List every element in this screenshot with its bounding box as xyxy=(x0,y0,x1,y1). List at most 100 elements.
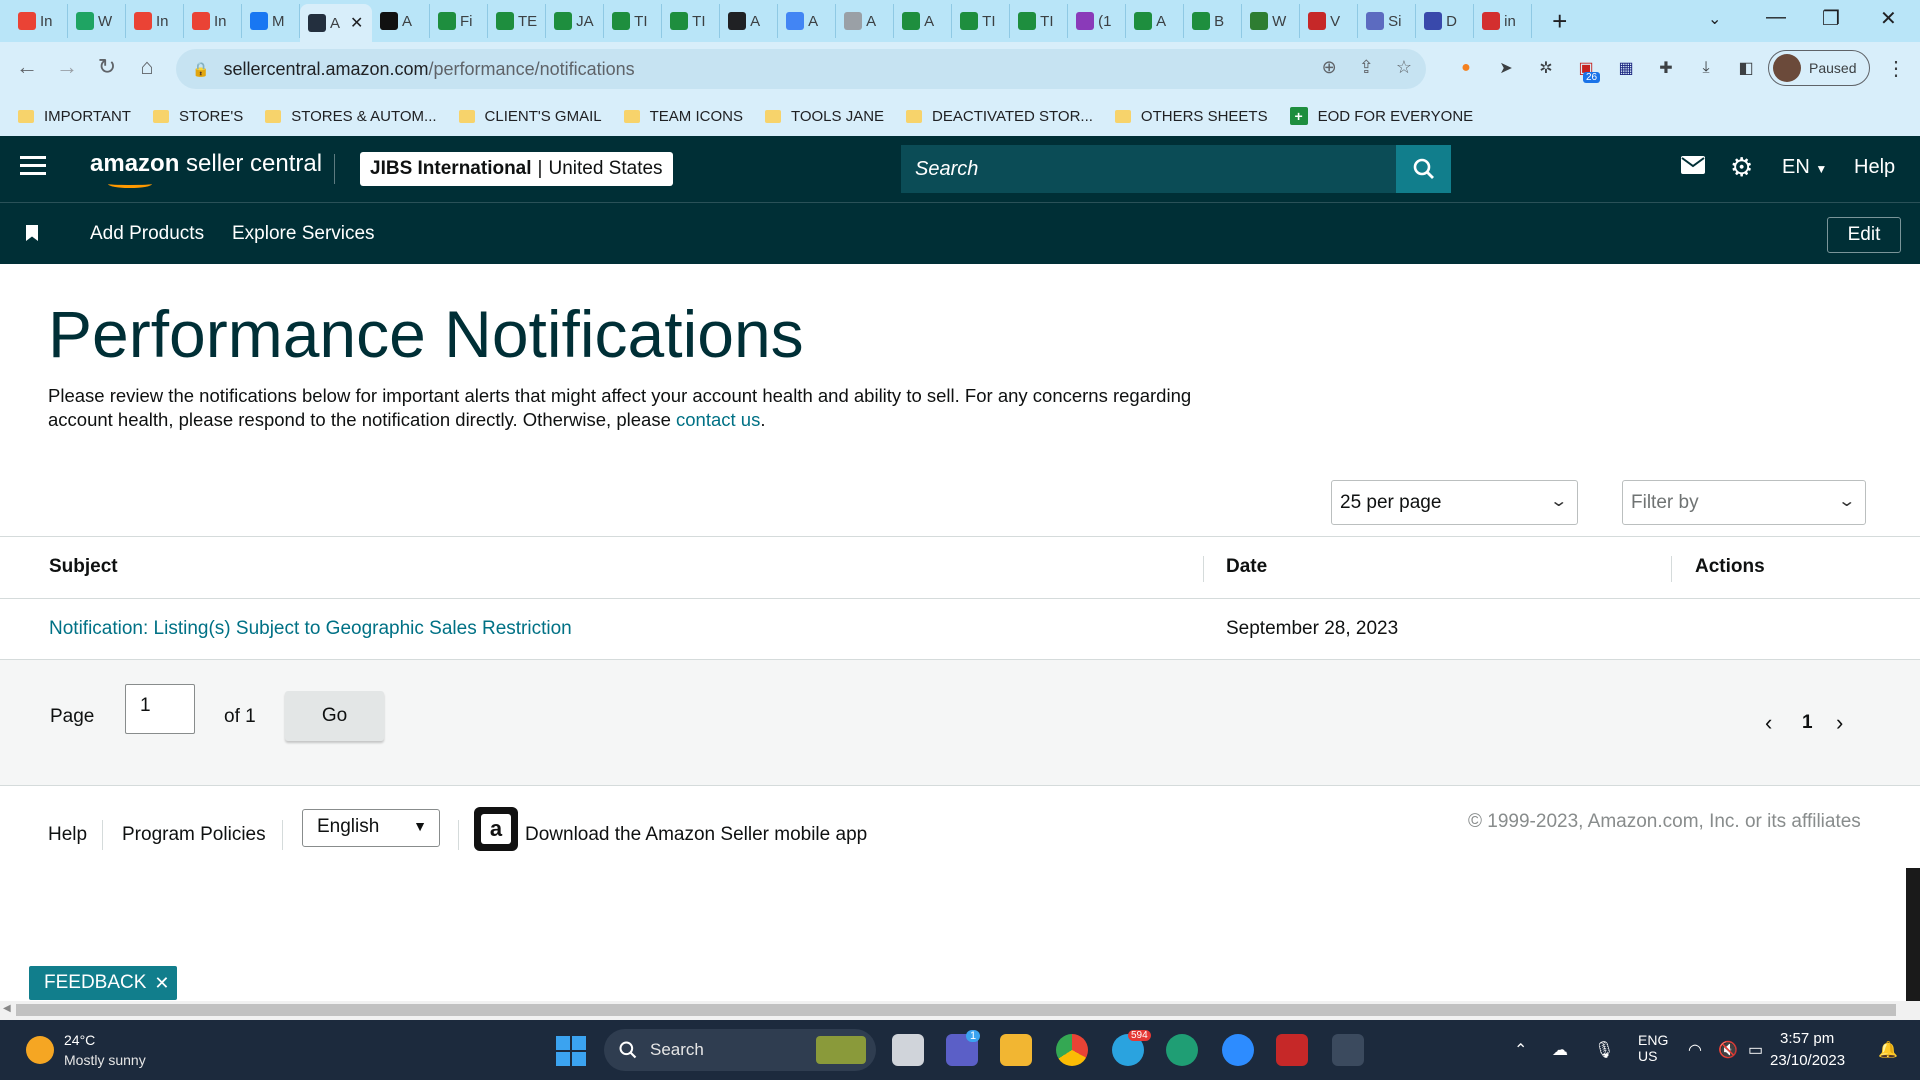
browser-tab[interactable]: W xyxy=(68,4,126,38)
hamburger-menu-icon[interactable] xyxy=(20,156,46,180)
filter-select[interactable]: Filter by ⌄ xyxy=(1622,480,1866,525)
browser-tab[interactable]: W xyxy=(1242,4,1301,38)
close-window-icon[interactable]: ✕ xyxy=(1880,6,1897,31)
browser-tab[interactable]: M xyxy=(242,4,300,38)
browser-tab[interactable]: A xyxy=(1126,4,1185,38)
scrollbar-thumb[interactable] xyxy=(16,1004,1896,1016)
close-icon[interactable]: ✕ xyxy=(154,973,169,994)
bookmark-item[interactable]: + EOD FOR EVERYONE xyxy=(1289,107,1473,125)
nav-explore-services[interactable]: Explore Services xyxy=(232,223,375,245)
column-date[interactable]: Date xyxy=(1226,556,1267,578)
download-icon[interactable]: ⤓ xyxy=(1694,56,1718,80)
side-panel-icon[interactable]: ◧ xyxy=(1734,56,1758,80)
star-icon[interactable]: ☆ xyxy=(1396,57,1412,78)
settings-gear-icon[interactable]: ⚙ xyxy=(1730,152,1753,183)
file-explorer-icon[interactable] xyxy=(1000,1034,1032,1066)
browser-tab[interactable]: In xyxy=(126,4,184,38)
share-icon[interactable]: ⇪ xyxy=(1359,57,1374,78)
lock-icon[interactable]: 🔒 xyxy=(192,61,209,78)
browser-tab[interactable]: In xyxy=(184,4,242,38)
address-bar[interactable]: 🔒 sellercentral.amazon.com/performance/n… xyxy=(176,49,1426,89)
browser-tab[interactable]: A xyxy=(778,4,837,38)
volume-muted-icon[interactable]: 🔇 xyxy=(1718,1040,1738,1060)
prev-page-icon[interactable]: ‹ xyxy=(1765,710,1772,736)
seller-central-logo[interactable]: amazon seller central xyxy=(90,150,322,188)
extension-arrow-icon[interactable]: ➤ xyxy=(1494,56,1518,80)
next-page-icon[interactable]: › xyxy=(1836,710,1843,736)
microphone-icon[interactable]: 🎙 xyxy=(1594,1040,1614,1060)
weather-sun-icon[interactable] xyxy=(26,1036,54,1064)
onedrive-cloud-icon[interactable]: ☁ xyxy=(1552,1040,1568,1060)
clock-date[interactable]: 23/10/2023 xyxy=(1770,1052,1845,1069)
bookmark-item[interactable]: TOOLS JANE xyxy=(764,108,884,125)
windows-start-icon[interactable] xyxy=(556,1036,586,1066)
browser-tab[interactable]: TI xyxy=(1010,4,1069,38)
browser-tab[interactable]: A ✕ xyxy=(300,4,372,42)
per-page-select[interactable]: 25 per page ⌄ xyxy=(1331,480,1578,525)
restore-icon[interactable]: ❐ xyxy=(1822,6,1840,31)
tab-close-icon[interactable]: ✕ xyxy=(350,13,363,33)
bookmark-item[interactable]: STORE'S xyxy=(152,108,243,125)
home-icon[interactable]: ⌂ xyxy=(132,54,162,80)
contact-us-link[interactable]: contact us xyxy=(676,409,760,430)
profile-button[interactable]: Paused xyxy=(1768,50,1870,86)
extension-grid-icon[interactable]: ▦ xyxy=(1614,56,1638,80)
go-button[interactable]: Go xyxy=(285,691,384,741)
account-switcher[interactable]: JIBS International | United States xyxy=(360,152,673,186)
page-number-input[interactable]: 1 xyxy=(125,684,195,734)
amazon-app-icon[interactable]: a xyxy=(474,807,518,851)
battery-icon[interactable]: ▭ xyxy=(1748,1040,1763,1060)
download-app-link[interactable]: Download the Amazon Seller mobile app xyxy=(525,824,867,846)
language-indicator[interactable]: ENG US xyxy=(1638,1032,1668,1064)
taskbar-search[interactable]: Search xyxy=(604,1029,876,1071)
current-page-number[interactable]: 1 xyxy=(1802,712,1813,734)
calculator-icon[interactable] xyxy=(1332,1034,1364,1066)
search-button[interactable] xyxy=(1396,145,1451,193)
task-view-icon[interactable] xyxy=(892,1034,924,1066)
column-subject[interactable]: Subject xyxy=(49,556,118,578)
minimize-icon[interactable]: — xyxy=(1766,6,1786,29)
new-tab-icon[interactable]: + xyxy=(1552,6,1567,37)
clock-time[interactable]: 3:57 pm xyxy=(1780,1030,1834,1047)
search-input[interactable] xyxy=(901,145,1396,193)
tray-overflow-icon[interactable]: ⌃ xyxy=(1514,1040,1527,1060)
scroll-left-icon[interactable]: ◀ xyxy=(3,1003,11,1014)
browser-tab[interactable]: JA xyxy=(546,4,605,38)
bookmark-item[interactable]: STORES & AUTOM... xyxy=(265,108,437,125)
edge-icon[interactable] xyxy=(1166,1034,1198,1066)
bookmark-item[interactable]: DEACTIVATED STOR... xyxy=(906,108,1093,125)
notification-bell-icon[interactable]: 🔔 xyxy=(1878,1040,1898,1060)
zoom-icon[interactable] xyxy=(1222,1034,1254,1066)
nav-add-products[interactable]: Add Products xyxy=(90,223,204,245)
weather-description[interactable]: Mostly sunny xyxy=(64,1052,146,1068)
horizontal-scrollbar[interactable]: ◀ xyxy=(0,1001,1920,1020)
wifi-icon[interactable]: ◠ xyxy=(1688,1040,1702,1060)
reload-icon[interactable]: ↻ xyxy=(92,54,122,80)
browser-tab[interactable]: In xyxy=(10,4,68,38)
footer-language-select[interactable]: English ▼ xyxy=(302,809,440,847)
footer-help-link[interactable]: Help xyxy=(48,824,87,846)
back-icon[interactable]: ← xyxy=(12,54,42,80)
browser-tab[interactable]: A xyxy=(372,4,430,38)
browser-tab[interactable]: A xyxy=(894,4,953,38)
browser-tab[interactable]: Fi xyxy=(430,4,488,38)
extension-gear-icon[interactable]: ✲ xyxy=(1534,56,1558,80)
language-selector[interactable]: EN ▼ xyxy=(1782,156,1827,179)
forward-icon[interactable]: → xyxy=(52,54,82,80)
bookmark-icon[interactable] xyxy=(26,225,38,241)
browser-tab[interactable]: A xyxy=(836,4,895,38)
wps-office-icon[interactable] xyxy=(1276,1034,1308,1066)
browser-tab[interactable]: D xyxy=(1416,4,1475,38)
extensions-puzzle-icon[interactable]: ✚ xyxy=(1654,56,1678,80)
browser-tab[interactable]: B xyxy=(1184,4,1243,38)
chrome-icon[interactable] xyxy=(1056,1034,1088,1066)
browser-tab[interactable]: TI xyxy=(662,4,721,38)
edit-button[interactable]: Edit xyxy=(1827,217,1901,253)
browser-tab[interactable]: (1 xyxy=(1068,4,1127,38)
browser-tab[interactable]: TE xyxy=(488,4,547,38)
bookmark-item[interactable]: IMPORTANT xyxy=(18,108,131,125)
help-link[interactable]: Help xyxy=(1854,156,1895,179)
notification-subject-link[interactable]: Notification: Listing(s) Subject to Geog… xyxy=(49,618,572,640)
bookmark-item[interactable]: TEAM ICONS xyxy=(623,108,743,125)
tab-search-chevron-icon[interactable]: ⌄ xyxy=(1708,9,1721,29)
